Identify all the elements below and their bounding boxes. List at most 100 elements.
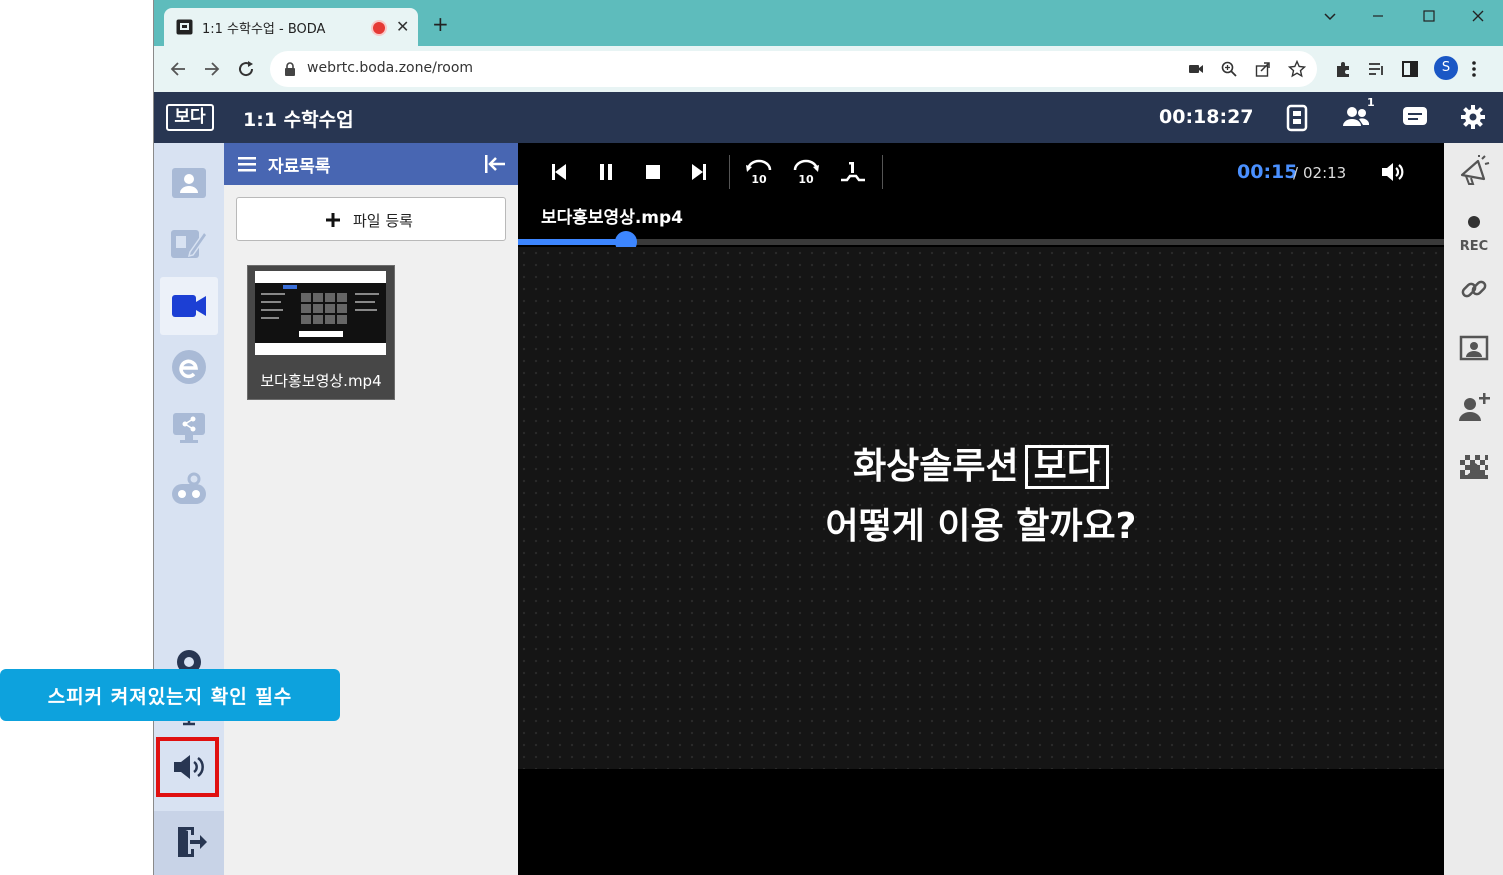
player-control-bar: 10 10 00:15 / 02:13 xyxy=(518,143,1444,203)
add-user-icon xyxy=(1459,393,1490,421)
control-divider xyxy=(882,155,883,189)
gamepad-icon xyxy=(172,472,206,504)
whiteboard-pen-icon xyxy=(171,230,208,258)
video-caption-line1: 화상솔루션 보다 xyxy=(518,437,1444,489)
invite-user-button[interactable] xyxy=(1456,389,1492,425)
chat-icon[interactable] xyxy=(1402,106,1428,128)
profile-avatar[interactable]: S xyxy=(1434,56,1458,80)
reload-icon[interactable] xyxy=(236,59,256,79)
video-thumbnail-image xyxy=(255,283,386,343)
svg-text:10: 10 xyxy=(798,173,814,186)
stop-icon[interactable] xyxy=(638,157,668,187)
document-panel-title: 자료목록 xyxy=(268,157,331,177)
nav-ebook-button[interactable] xyxy=(169,347,209,387)
camera-permission-icon[interactable] xyxy=(1188,62,1204,76)
skip-next-icon[interactable] xyxy=(684,157,714,187)
video-frame[interactable]: 화상솔루션 보다 어떻게 이용 할까요? xyxy=(518,247,1444,769)
participants-icon[interactable] xyxy=(1342,105,1370,129)
plus-icon xyxy=(326,213,340,227)
record-button[interactable] xyxy=(1456,207,1492,237)
url-text: webrtc.boda.zone/room xyxy=(307,60,474,76)
tab-close-button[interactable]: ✕ xyxy=(396,17,409,36)
lock-icon xyxy=(285,62,295,76)
app-header: 보다 1:1 수학수업 00:18:27 1 xyxy=(154,92,1503,143)
device-check-icon[interactable] xyxy=(1286,104,1308,132)
record-label: REC xyxy=(1459,239,1489,254)
tooltip-text: 스피커 켜져있는지 확인 필수 xyxy=(47,686,293,708)
seek-progress xyxy=(518,239,626,245)
control-divider xyxy=(729,155,730,189)
record-dot-icon xyxy=(1468,216,1480,228)
video-caption-text: 화상솔루션 xyxy=(853,446,1019,487)
announcement-button[interactable] xyxy=(1456,153,1492,189)
hamburger-menu-icon[interactable] xyxy=(238,156,256,172)
left-nav-bar xyxy=(154,143,224,875)
current-time: 00:15 xyxy=(1237,161,1298,183)
browser-menu-icon[interactable] xyxy=(1470,60,1478,78)
pause-icon[interactable] xyxy=(591,157,621,187)
new-tab-button[interactable]: + xyxy=(432,14,449,34)
settings-gear-icon[interactable] xyxy=(1460,104,1486,130)
rewind-10-icon[interactable]: 10 xyxy=(744,157,774,187)
nav-board-button[interactable] xyxy=(169,223,209,263)
boda-app: 보다 1:1 수학수업 00:18:27 1 자료목록 파일 등록 보다홍보영상… xyxy=(154,92,1503,875)
nav-video-button[interactable] xyxy=(169,286,209,326)
video-caption-brand: 보다 xyxy=(1024,445,1109,489)
exit-door-icon xyxy=(178,827,207,857)
media-file-name: 보다홍보영상.mp4 xyxy=(541,208,684,228)
time-separator: / xyxy=(1293,164,1299,182)
recording-indicator-icon xyxy=(373,22,385,34)
presenter-view-button[interactable] xyxy=(1456,330,1492,366)
speaker-check-tooltip: 스피커 켜져있는지 확인 필수 xyxy=(0,669,340,721)
portrait-frame-icon xyxy=(1459,335,1489,361)
maximize-icon[interactable] xyxy=(1419,6,1439,26)
file-upload-button[interactable]: 파일 등록 xyxy=(236,197,506,241)
media-control-icon[interactable] xyxy=(1367,60,1385,78)
tab-search-chevron-icon[interactable] xyxy=(1320,6,1340,26)
media-player: 10 10 00:15 / 02:13 보다홍보영상.mp4 화상솔루션 보다 … xyxy=(518,143,1444,875)
forward-arrow-icon[interactable] xyxy=(202,59,222,79)
forward-10-icon[interactable]: 10 xyxy=(791,157,821,187)
link-button[interactable] xyxy=(1456,271,1492,307)
tab-title: 1:1 수학수업 - BODA xyxy=(202,22,326,37)
bookmark-star-icon[interactable] xyxy=(1288,60,1306,78)
skip-previous-icon[interactable] xyxy=(544,157,574,187)
volume-icon[interactable] xyxy=(1377,157,1407,187)
tab-strip: 1:1 수학수업 - BODA ✕ + xyxy=(154,0,1503,46)
boda-favicon-icon xyxy=(176,19,193,35)
megaphone-icon xyxy=(1460,155,1490,185)
e-icon xyxy=(172,350,206,384)
session-timer: 00:18:27 xyxy=(1159,106,1254,128)
seek-bar[interactable] xyxy=(518,239,1444,245)
document-panel: 자료목록 파일 등록 보다홍보영상.mp4 xyxy=(224,143,518,875)
side-panel-icon[interactable] xyxy=(1401,60,1419,78)
browser-window: 1:1 수학수업 - BODA ✕ + webrtc.boda.zone/roo… xyxy=(153,0,1503,875)
file-name: 보다홍보영상.mp4 xyxy=(260,372,382,390)
nav-profile-button[interactable] xyxy=(169,163,209,203)
participants-count-badge: 1 xyxy=(1367,96,1375,109)
playback-speed-icon[interactable] xyxy=(838,157,868,187)
collapse-panel-icon[interactable] xyxy=(484,154,506,174)
address-bar[interactable]: webrtc.boda.zone/room xyxy=(270,51,1317,87)
virtual-background-button[interactable] xyxy=(1456,449,1492,485)
background-effect-icon xyxy=(1460,455,1488,479)
minimize-icon[interactable] xyxy=(1368,6,1388,26)
file-item[interactable]: 보다홍보영상.mp4 xyxy=(247,265,395,400)
video-camera-icon xyxy=(172,295,206,317)
right-tool-bar: REC xyxy=(1444,143,1503,875)
browser-tab[interactable]: 1:1 수학수업 - BODA ✕ xyxy=(164,8,418,46)
back-arrow-icon[interactable] xyxy=(168,59,188,79)
zoom-icon[interactable] xyxy=(1221,61,1237,77)
speaker-icon xyxy=(174,755,204,779)
extensions-puzzle-icon[interactable] xyxy=(1334,60,1352,78)
nav-screen-share-button[interactable] xyxy=(169,408,209,448)
nav-gamepad-button[interactable] xyxy=(169,469,209,509)
nav-speaker-button[interactable] xyxy=(169,747,209,787)
nav-exit-button[interactable] xyxy=(154,811,224,875)
document-panel-header: 자료목록 xyxy=(224,143,518,185)
svg-text:10: 10 xyxy=(751,173,767,186)
link-icon xyxy=(1461,280,1487,298)
share-icon[interactable] xyxy=(1255,61,1271,77)
file-thumbnail xyxy=(255,271,386,355)
window-close-icon[interactable] xyxy=(1468,6,1488,26)
